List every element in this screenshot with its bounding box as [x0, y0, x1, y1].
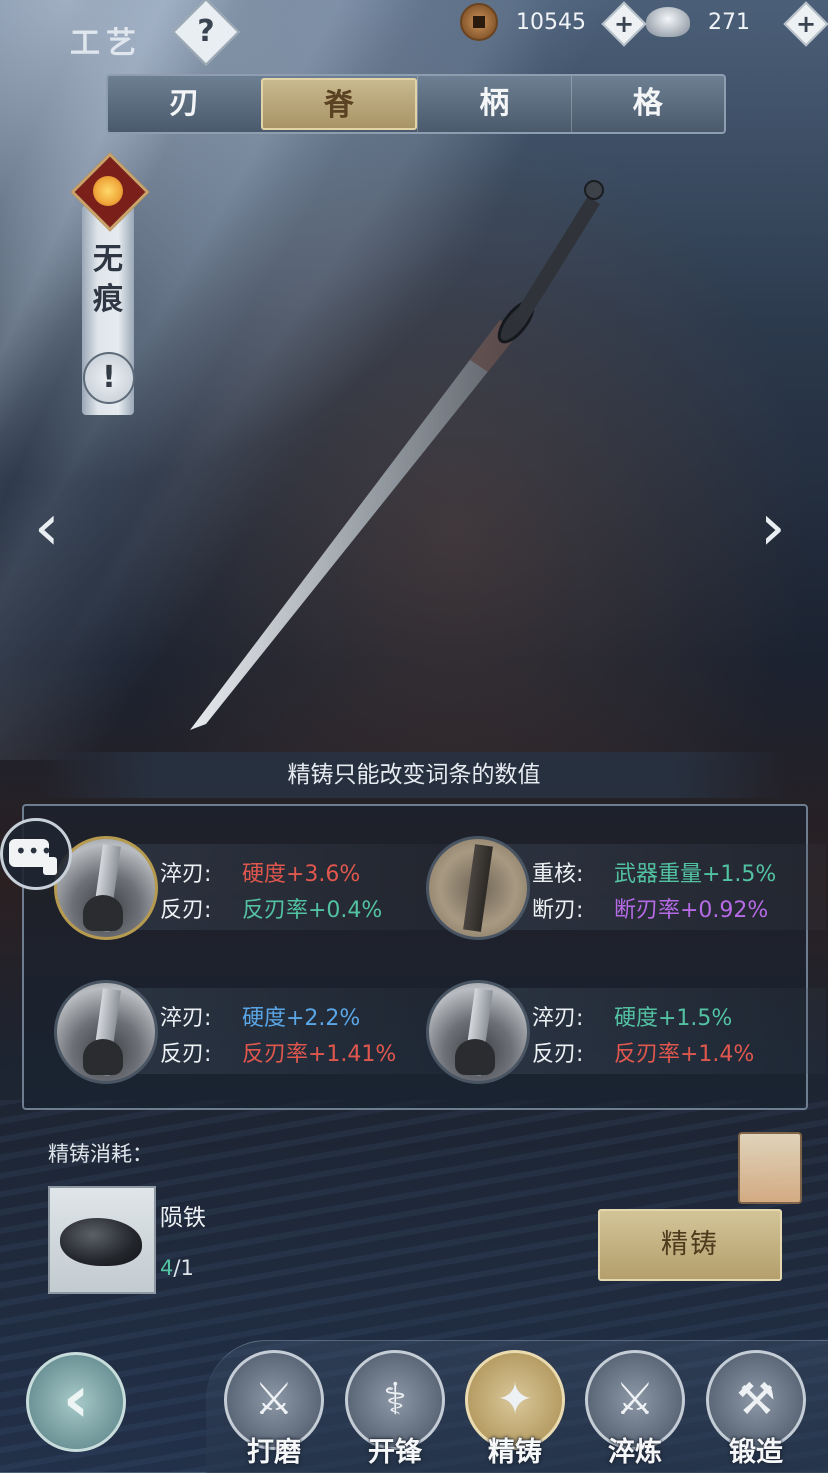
entry-line2-label: 断刃:: [532, 898, 584, 923]
entry-line2-label: 反刃:: [160, 898, 212, 923]
sword-handle: [512, 196, 600, 326]
sun-emblem-icon: [93, 176, 123, 206]
entry-line1-label: 重核:: [532, 862, 584, 887]
page-title: 工艺: [70, 26, 142, 61]
entry-line2-value: 断刃率+0.92%: [614, 898, 769, 923]
part-tabs: 刃 脊 柄 格: [106, 74, 726, 134]
entry-line2-value: 反刃率+1.41%: [242, 1042, 397, 1067]
entry-artwork-icon: [426, 836, 530, 940]
entry-line2-label: 反刃:: [532, 1042, 584, 1067]
copper-coin-icon: [460, 3, 498, 41]
attribute-entry[interactable]: 淬刃: 硬度+2.2% 反刃: 反刃率+1.41%: [54, 980, 454, 1084]
tab-hilt[interactable]: 柄: [417, 76, 571, 132]
nav-label: 开锋: [368, 1437, 422, 1468]
nav-forge[interactable]: ⚒ 锻造: [706, 1350, 806, 1468]
silver-currency: 271: [646, 4, 750, 40]
nav-refine-cast[interactable]: ✦ 精铸: [465, 1350, 565, 1468]
nav-label: 锻造: [729, 1437, 783, 1468]
tab-guard[interactable]: 格: [570, 76, 725, 132]
material-count: 4/1: [160, 1256, 194, 1280]
lantern-decoration: [738, 1132, 802, 1204]
entry-line1-label: 淬刃:: [160, 1006, 212, 1031]
entry-line1-value: 硬度+1.5%: [614, 1006, 733, 1031]
tab-blade[interactable]: 刃: [108, 76, 261, 132]
sword-blade: [190, 320, 518, 730]
back-button[interactable]: ‹: [26, 1352, 126, 1452]
entry-line1-value: 硬度+2.2%: [242, 1006, 361, 1031]
attribute-entry[interactable]: 淬刃: 硬度+1.5% 反刃: 反刃率+1.4%: [426, 980, 826, 1084]
tab-spine[interactable]: 脊: [260, 78, 417, 130]
help-button[interactable]: ?: [172, 0, 240, 66]
entry-line1-value: 武器重量+1.5%: [614, 862, 777, 887]
nav-label: 精铸: [488, 1437, 542, 1468]
entry-line2-value: 反刃率+0.4%: [242, 898, 383, 923]
nav-grind[interactable]: ⚔ 打磨: [224, 1350, 324, 1468]
sword-blade-marking: [470, 320, 518, 372]
sword-guard: [497, 300, 535, 344]
entry-line1-label: 淬刃:: [532, 1006, 584, 1031]
attribute-entry[interactable]: 淬刃: 硬度+3.6% 反刃: 反刃率+0.4%: [54, 836, 454, 940]
entry-artwork-icon: [54, 980, 158, 1084]
plus-icon: +: [795, 10, 817, 38]
entry-artwork-icon: [426, 980, 530, 1084]
add-silver-button[interactable]: +: [783, 1, 828, 47]
attribute-entry[interactable]: 重核: 武器重量+1.5% 断刃: 断刃率+0.92%: [426, 836, 826, 940]
help-icon: ?: [197, 14, 215, 49]
prev-weapon-button[interactable]: ‹: [34, 496, 74, 566]
entry-line1-value: 硬度+3.6%: [242, 862, 361, 887]
meteoric-iron-icon: [60, 1218, 142, 1266]
material-name: 陨铁: [160, 1205, 206, 1231]
chat-button[interactable]: •••: [0, 818, 72, 890]
silver-amount: 271: [708, 9, 750, 35]
weapon-name: 无痕: [93, 242, 123, 317]
refine-cast-button[interactable]: 精铸: [598, 1209, 782, 1281]
nav-label: 淬炼: [608, 1437, 662, 1468]
weapon-info-button[interactable]: !: [83, 352, 135, 404]
entry-line2-value: 反刃率+1.4%: [614, 1042, 755, 1067]
nav-sharpen[interactable]: ⚕ 开锋: [345, 1350, 445, 1468]
plus-icon: +: [613, 10, 635, 38]
nav-label: 打磨: [247, 1437, 301, 1468]
add-copper-button[interactable]: +: [601, 1, 647, 47]
gourd-icon: [43, 857, 57, 875]
cost-label: 精铸消耗：: [48, 1142, 153, 1166]
back-arrow-icon: ‹: [62, 1363, 90, 1437]
material-slot[interactable]: [48, 1186, 156, 1294]
next-weapon-button[interactable]: ›: [760, 496, 800, 566]
entry-line2-label: 反刃:: [160, 1042, 212, 1067]
refine-notice: 精铸只能改变词条的数值: [40, 752, 788, 798]
copper-amount: 10545: [516, 9, 586, 35]
sword-pommel: [584, 180, 604, 200]
copper-currency: 10545: [460, 3, 586, 41]
entry-line1-label: 淬刃:: [160, 862, 212, 887]
nav-temper[interactable]: ⚔ 淬炼: [585, 1350, 685, 1468]
silver-ingot-icon: [646, 7, 690, 37]
